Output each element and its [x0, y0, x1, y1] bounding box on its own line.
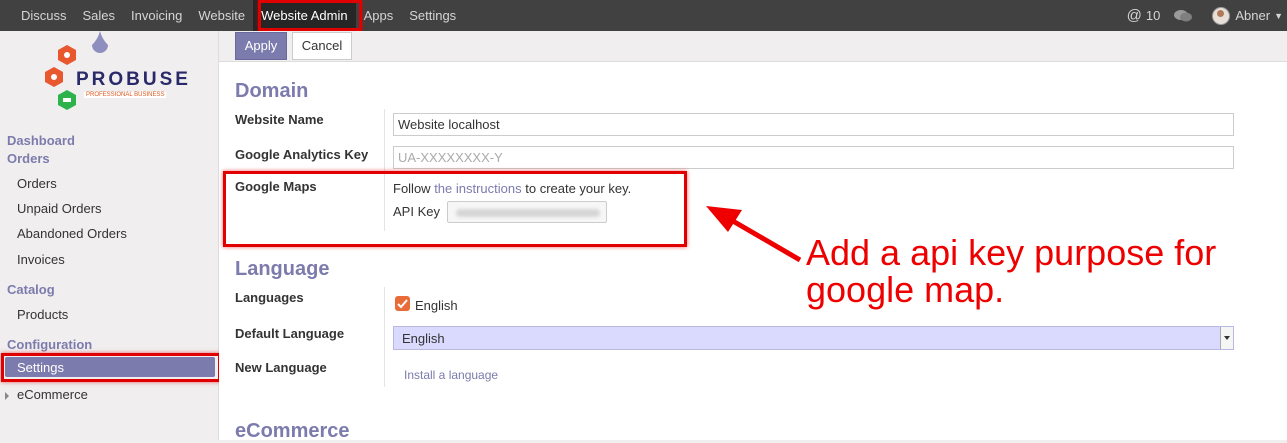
annotation-text: Add a api key purpose for google map.: [806, 232, 1217, 310]
annotation-arrow: [706, 206, 802, 263]
